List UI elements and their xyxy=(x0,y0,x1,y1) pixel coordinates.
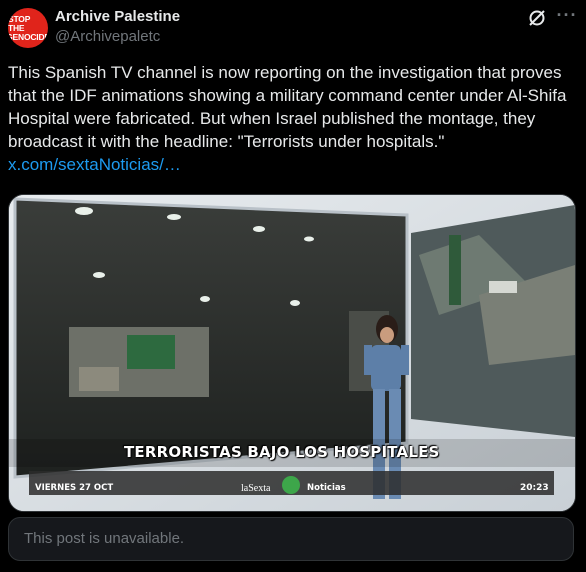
post-link[interactable]: x.com/sextaNoticias/… xyxy=(8,155,181,174)
grok-icon[interactable] xyxy=(527,8,547,28)
avatar-text-line1: STOP THE xyxy=(8,13,31,33)
quoted-post[interactable]: This post is unavailable. xyxy=(8,517,574,561)
ticker-brand: laSexta xyxy=(241,483,271,494)
video-headline: TERRORISTAS BAJO LOS HOSPITALES xyxy=(124,443,440,461)
video-frame xyxy=(9,195,575,511)
ticker-show: Noticias xyxy=(307,483,346,493)
avatar-text-line2: GENOCIDE xyxy=(8,31,48,42)
post-text: This Spanish TV channel is now reporting… xyxy=(8,61,578,176)
author-handle[interactable]: @Archivepaletc xyxy=(55,28,160,45)
post-media[interactable]: TERRORISTAS BAJO LOS HOSPITALES VIERNES … xyxy=(8,194,576,512)
ticker-date: VIERNES 27 OCT xyxy=(35,483,114,493)
ticker-time: 20:23 xyxy=(520,483,549,493)
avatar[interactable]: STOP THE GENOCIDE xyxy=(8,8,48,48)
author-name[interactable]: Archive Palestine xyxy=(55,8,180,25)
quoted-post-text: This post is unavailable. xyxy=(24,530,185,547)
post-body: This Spanish TV channel is now reporting… xyxy=(8,63,567,151)
more-icon[interactable]: ··· xyxy=(555,6,579,30)
